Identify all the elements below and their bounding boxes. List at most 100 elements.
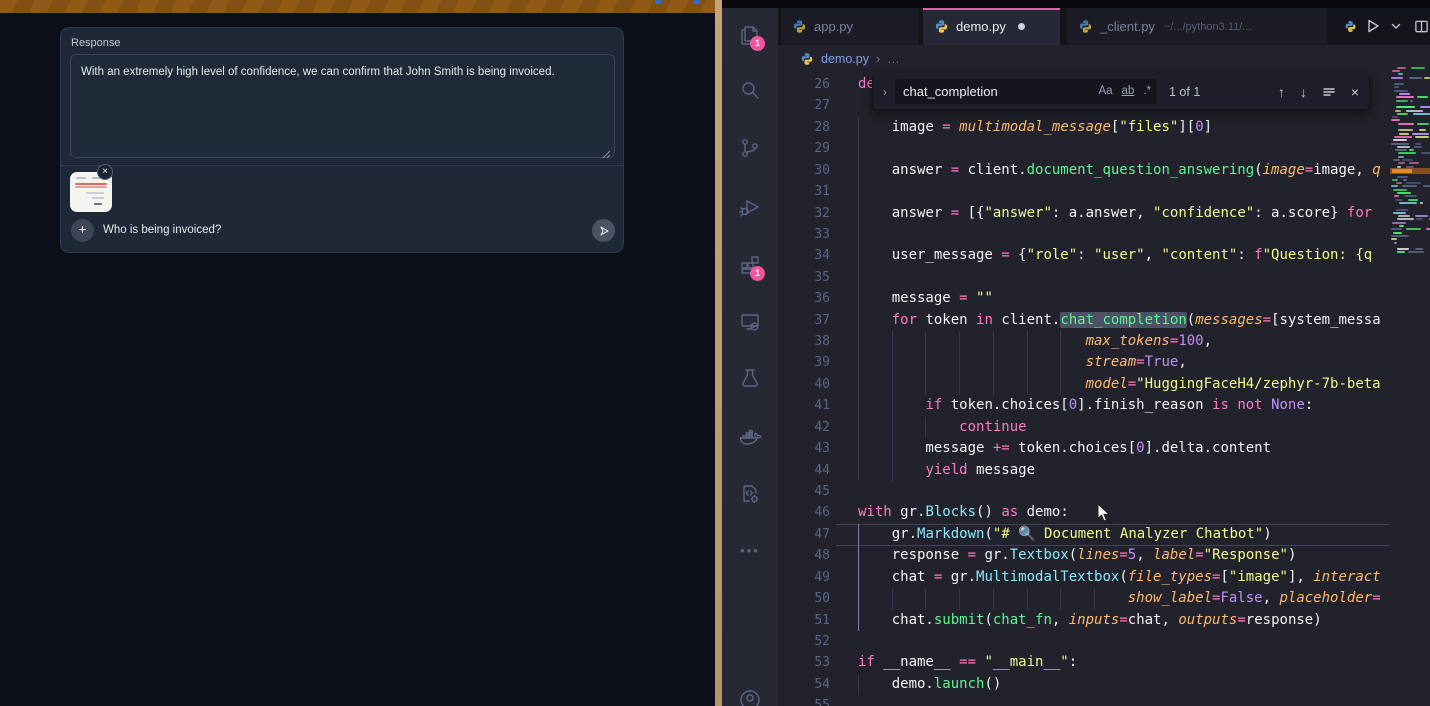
response-textarea[interactable]: With an extremely high level of confiden… [70, 54, 615, 158]
code-token [858, 312, 892, 328]
remove-image-button[interactable]: × [97, 164, 113, 180]
run-dropdown-chevron-icon[interactable] [1385, 15, 1407, 37]
code-token: = [1136, 354, 1144, 370]
python-file-icon [792, 19, 807, 34]
indent-guide [858, 203, 859, 224]
tab-client-py[interactable]: _client.py ~/.../python3.11/... [1067, 8, 1327, 45]
whole-word-icon[interactable]: ab [1122, 79, 1135, 104]
minimap[interactable] [1390, 58, 1430, 258]
project-tools-icon[interactable] [738, 482, 762, 506]
tab-sliver-python-icon[interactable] [1344, 8, 1357, 45]
python-file-icon [800, 52, 814, 66]
code-token: message [858, 290, 959, 306]
code-token: placeholder [1279, 590, 1372, 606]
find-in-selection-icon[interactable] [1322, 85, 1336, 99]
minimap-line [1410, 100, 1413, 102]
find-previous-icon[interactable]: ↑ [1278, 85, 1285, 99]
code-token: ) [1263, 526, 1271, 542]
code-token: : [1237, 247, 1254, 263]
minimap-line [1415, 136, 1429, 138]
send-button[interactable] [592, 219, 615, 242]
tab-app-py[interactable]: app.py [781, 8, 918, 45]
explorer-icon[interactable]: 1 [738, 23, 762, 47]
remote-explorer-icon[interactable] [738, 310, 762, 334]
indent-guide [858, 224, 859, 245]
match-case-icon[interactable]: Aa [1098, 79, 1112, 104]
active-indent-guide [858, 567, 859, 588]
code-token: : [1077, 247, 1094, 263]
line-number: 26 [778, 74, 830, 95]
search-icon[interactable] [738, 78, 762, 102]
code-token: , [1052, 612, 1069, 628]
find-input[interactable]: chat_completion Aa ab .* [895, 79, 1157, 104]
active-indent-guide [858, 524, 859, 545]
modified-dot-icon[interactable] [1018, 23, 1025, 30]
regex-icon[interactable]: .* [1143, 79, 1151, 104]
indent-guide [925, 331, 926, 352]
docker-icon[interactable] [738, 425, 762, 449]
code-token: with [858, 504, 892, 520]
indent-guide [858, 438, 859, 459]
active-indent-guide [858, 588, 859, 609]
run-python-file-button[interactable] [1362, 15, 1384, 37]
code-token: model [1086, 376, 1128, 392]
run-debug-icon[interactable] [738, 195, 762, 219]
code-editor[interactable]: 2627282930313233343536373839404142434445… [778, 72, 1430, 706]
code-token: demo: [1018, 504, 1069, 520]
minimap-line [1398, 215, 1410, 217]
active-indent-guide [858, 545, 859, 566]
code-token: submit [934, 612, 985, 628]
account-icon[interactable] [738, 688, 762, 706]
indent-guide [993, 374, 994, 395]
code-token [951, 119, 959, 135]
tab-demo-py[interactable]: demo.py [923, 8, 1060, 45]
code-token: "# 🔍 Document Analyzer Chatbot" [993, 526, 1263, 542]
indent-guide [959, 374, 960, 395]
minimap-line [1406, 228, 1421, 230]
add-file-button[interactable]: + [71, 219, 94, 242]
indent-guide [858, 117, 859, 138]
split-editor-icon[interactable] [1410, 15, 1430, 37]
line-number: 45 [778, 481, 830, 502]
minimap-line [1403, 179, 1406, 181]
minimap-line [1398, 129, 1413, 131]
breadcrumb-file[interactable]: demo.py [821, 52, 869, 66]
testing-flask-icon[interactable] [738, 366, 762, 390]
code-token: file_types [1128, 569, 1212, 585]
minimap-line [1396, 100, 1408, 102]
code-token: stream [1086, 354, 1137, 370]
minimap-line [1408, 199, 1418, 201]
code-token: = [1372, 590, 1380, 606]
minimap-line [1391, 228, 1402, 230]
find-match-token: chat_completion [1060, 312, 1186, 328]
close-icon: × [102, 166, 108, 177]
code-token: = [968, 547, 976, 563]
find-expand-chevron-icon[interactable]: › [883, 85, 887, 99]
minimap-line [1395, 149, 1407, 151]
code-token: 0 [1069, 397, 1077, 413]
find-close-icon[interactable]: × [1351, 85, 1359, 99]
code-token: False [1220, 590, 1262, 606]
chat-input-text[interactable]: Who is being invoiced? [103, 224, 221, 236]
code-token: , [1136, 547, 1153, 563]
more-actions-icon[interactable]: ••• [738, 539, 762, 563]
minimap-line [1417, 96, 1428, 98]
code-line: chat.submit(chat_fn, inputs=chat, output… [858, 610, 1390, 631]
indent-guide [858, 181, 859, 202]
line-number: 36 [778, 288, 830, 309]
line-number: 28 [778, 117, 830, 138]
breadcrumb-ellipsis[interactable]: … [887, 52, 900, 66]
code-line: for token in client.chat_completion(mess… [858, 310, 1390, 331]
code-token: image [858, 119, 942, 135]
find-next-icon[interactable]: ↓ [1300, 85, 1307, 99]
minimap-line [1392, 179, 1398, 181]
minimap-line [1411, 67, 1426, 69]
line-number: 29 [778, 138, 830, 159]
minimap-line [1394, 242, 1397, 244]
find-widget: › chat_completion Aa ab .* 1 of 1 ↑ ↓ × [872, 74, 1370, 110]
source-control-icon[interactable] [738, 136, 762, 160]
code-token: "role" [1027, 247, 1078, 263]
indent-guide [858, 352, 859, 373]
indent-guide [993, 352, 994, 373]
extensions-icon[interactable]: 1 [738, 253, 762, 277]
